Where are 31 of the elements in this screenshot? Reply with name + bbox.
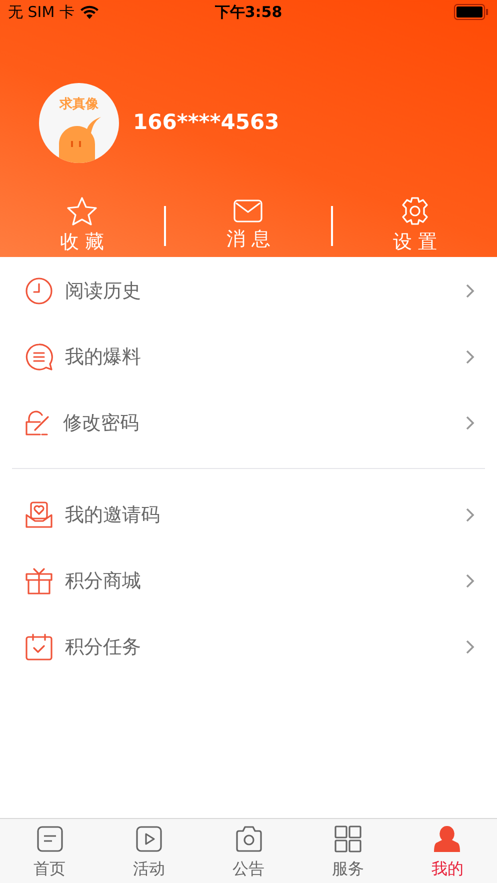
chevron-icon bbox=[465, 349, 475, 365]
carrier-text: 无 SIM 卡 bbox=[8, 2, 74, 23]
gift-icon bbox=[25, 567, 53, 595]
quick-action-button[interactable]: 消 息 bbox=[166, 199, 331, 254]
chat-bubble-icon bbox=[25, 343, 53, 371]
chevron-icon bbox=[465, 415, 475, 431]
calendar-check-icon bbox=[25, 633, 53, 661]
chevron-icon bbox=[465, 283, 475, 299]
tab-item[interactable]: 服务 bbox=[298, 819, 398, 883]
play-icon bbox=[135, 825, 164, 853]
quick-action-button[interactable]: 设 置 bbox=[332, 196, 497, 256]
heart-tray-icon bbox=[25, 501, 53, 529]
tab-item[interactable]: 公告 bbox=[198, 819, 298, 883]
edit-icon bbox=[25, 410, 51, 436]
tab-item[interactable]: 我的 bbox=[398, 819, 497, 883]
tab-item[interactable]: 活动 bbox=[99, 819, 199, 883]
document-icon bbox=[36, 825, 64, 853]
battery-icon bbox=[454, 4, 489, 20]
camera-icon bbox=[234, 825, 263, 853]
chevron-icon bbox=[465, 639, 475, 655]
clock-icon bbox=[25, 277, 53, 305]
chevron-icon bbox=[465, 507, 475, 523]
grid-icon bbox=[334, 825, 362, 853]
tab-item[interactable]: 首页 bbox=[0, 819, 100, 883]
mail-icon bbox=[233, 199, 264, 223]
clock-text: 下午3:58 bbox=[214, 2, 282, 23]
star-icon bbox=[66, 196, 98, 226]
chevron-icon bbox=[465, 573, 475, 589]
person-icon bbox=[433, 825, 462, 853]
phone-number: 166****4563 bbox=[133, 109, 280, 136]
wifi-icon bbox=[80, 5, 100, 19]
